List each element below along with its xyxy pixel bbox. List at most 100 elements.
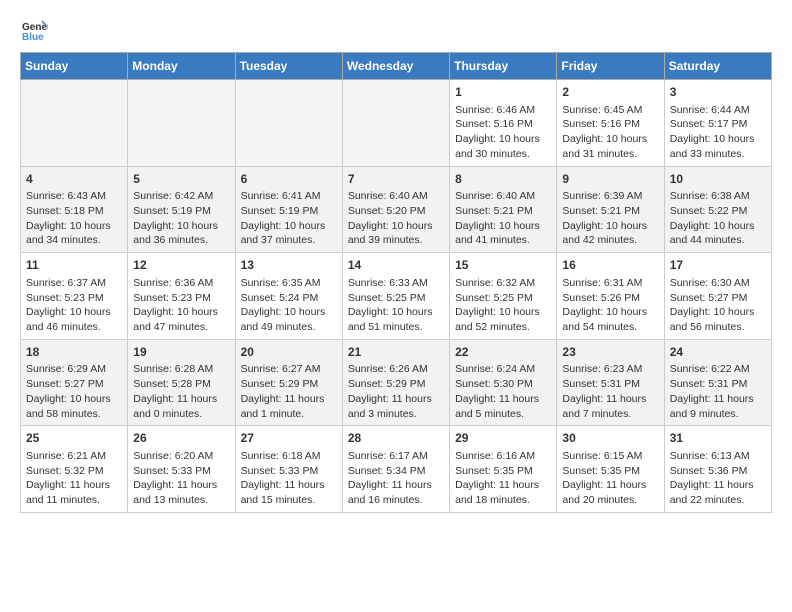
day-info: and 33 minutes. bbox=[670, 147, 766, 162]
day-info: Sunset: 5:21 PM bbox=[455, 204, 551, 219]
day-number: 29 bbox=[455, 430, 551, 447]
day-info: and 1 minute. bbox=[241, 407, 337, 422]
day-number: 25 bbox=[26, 430, 122, 447]
calendar-cell bbox=[235, 80, 342, 167]
day-number: 15 bbox=[455, 257, 551, 274]
day-info: Sunrise: 6:39 AM bbox=[562, 189, 658, 204]
day-info: and 44 minutes. bbox=[670, 233, 766, 248]
day-info: and 52 minutes. bbox=[455, 320, 551, 335]
day-number: 14 bbox=[348, 257, 444, 274]
day-info: Daylight: 11 hours bbox=[562, 478, 658, 493]
day-info: Sunrise: 6:22 AM bbox=[670, 362, 766, 377]
calendar-week-row: 1Sunrise: 6:46 AMSunset: 5:16 PMDaylight… bbox=[21, 80, 772, 167]
calendar-week-row: 4Sunrise: 6:43 AMSunset: 5:18 PMDaylight… bbox=[21, 166, 772, 253]
day-info: Daylight: 11 hours bbox=[26, 478, 122, 493]
day-info: and 36 minutes. bbox=[133, 233, 229, 248]
weekday-header-monday: Monday bbox=[128, 53, 235, 80]
calendar-cell: 2Sunrise: 6:45 AMSunset: 5:16 PMDaylight… bbox=[557, 80, 664, 167]
day-number: 4 bbox=[26, 171, 122, 188]
day-info: Sunset: 5:35 PM bbox=[562, 464, 658, 479]
calendar-cell bbox=[21, 80, 128, 167]
day-info: Sunrise: 6:30 AM bbox=[670, 276, 766, 291]
calendar-cell: 6Sunrise: 6:41 AMSunset: 5:19 PMDaylight… bbox=[235, 166, 342, 253]
day-number: 7 bbox=[348, 171, 444, 188]
day-info: Sunset: 5:21 PM bbox=[562, 204, 658, 219]
day-info: Sunrise: 6:40 AM bbox=[455, 189, 551, 204]
calendar-cell bbox=[128, 80, 235, 167]
day-info: Sunset: 5:33 PM bbox=[133, 464, 229, 479]
day-info: and 0 minutes. bbox=[133, 407, 229, 422]
day-info: Daylight: 10 hours bbox=[133, 219, 229, 234]
weekday-header-thursday: Thursday bbox=[450, 53, 557, 80]
day-number: 5 bbox=[133, 171, 229, 188]
day-number: 24 bbox=[670, 344, 766, 361]
day-number: 21 bbox=[348, 344, 444, 361]
day-info: Daylight: 11 hours bbox=[241, 478, 337, 493]
day-info: Sunrise: 6:42 AM bbox=[133, 189, 229, 204]
day-info: Daylight: 10 hours bbox=[455, 219, 551, 234]
day-info: and 54 minutes. bbox=[562, 320, 658, 335]
calendar-cell: 4Sunrise: 6:43 AMSunset: 5:18 PMDaylight… bbox=[21, 166, 128, 253]
logo-icon: General Blue bbox=[20, 16, 48, 44]
day-info: and 58 minutes. bbox=[26, 407, 122, 422]
weekday-header-sunday: Sunday bbox=[21, 53, 128, 80]
day-info: and 30 minutes. bbox=[455, 147, 551, 162]
calendar-cell: 30Sunrise: 6:15 AMSunset: 5:35 PMDayligh… bbox=[557, 426, 664, 513]
day-number: 1 bbox=[455, 84, 551, 101]
day-info: Sunset: 5:25 PM bbox=[455, 291, 551, 306]
day-info: Sunset: 5:29 PM bbox=[241, 377, 337, 392]
day-info: Sunset: 5:32 PM bbox=[26, 464, 122, 479]
day-info: Daylight: 10 hours bbox=[455, 305, 551, 320]
calendar-cell: 16Sunrise: 6:31 AMSunset: 5:26 PMDayligh… bbox=[557, 253, 664, 340]
day-info: Sunset: 5:33 PM bbox=[241, 464, 337, 479]
day-info: Sunset: 5:36 PM bbox=[670, 464, 766, 479]
day-info: Sunset: 5:26 PM bbox=[562, 291, 658, 306]
calendar-week-row: 25Sunrise: 6:21 AMSunset: 5:32 PMDayligh… bbox=[21, 426, 772, 513]
day-info: Sunset: 5:31 PM bbox=[562, 377, 658, 392]
day-info: Sunset: 5:23 PM bbox=[133, 291, 229, 306]
day-info: and 37 minutes. bbox=[241, 233, 337, 248]
weekday-header-friday: Friday bbox=[557, 53, 664, 80]
day-info: Sunset: 5:24 PM bbox=[241, 291, 337, 306]
calendar-cell: 13Sunrise: 6:35 AMSunset: 5:24 PMDayligh… bbox=[235, 253, 342, 340]
day-info: Sunset: 5:31 PM bbox=[670, 377, 766, 392]
calendar-cell: 8Sunrise: 6:40 AMSunset: 5:21 PMDaylight… bbox=[450, 166, 557, 253]
day-info: Sunset: 5:34 PM bbox=[348, 464, 444, 479]
day-info: Sunrise: 6:21 AM bbox=[26, 449, 122, 464]
day-info: Sunrise: 6:26 AM bbox=[348, 362, 444, 377]
day-info: and 46 minutes. bbox=[26, 320, 122, 335]
day-info: Daylight: 11 hours bbox=[455, 392, 551, 407]
day-info: Sunrise: 6:24 AM bbox=[455, 362, 551, 377]
day-info: and 31 minutes. bbox=[562, 147, 658, 162]
day-info: Daylight: 10 hours bbox=[670, 219, 766, 234]
day-number: 22 bbox=[455, 344, 551, 361]
day-info: and 56 minutes. bbox=[670, 320, 766, 335]
day-info: Daylight: 11 hours bbox=[133, 392, 229, 407]
day-info: Sunrise: 6:40 AM bbox=[348, 189, 444, 204]
day-number: 19 bbox=[133, 344, 229, 361]
day-info: and 41 minutes. bbox=[455, 233, 551, 248]
day-info: Sunrise: 6:18 AM bbox=[241, 449, 337, 464]
weekday-header-tuesday: Tuesday bbox=[235, 53, 342, 80]
calendar-cell: 23Sunrise: 6:23 AMSunset: 5:31 PMDayligh… bbox=[557, 339, 664, 426]
day-number: 13 bbox=[241, 257, 337, 274]
day-info: and 39 minutes. bbox=[348, 233, 444, 248]
day-info: Sunrise: 6:36 AM bbox=[133, 276, 229, 291]
calendar-cell: 17Sunrise: 6:30 AMSunset: 5:27 PMDayligh… bbox=[664, 253, 771, 340]
day-info: Sunset: 5:27 PM bbox=[670, 291, 766, 306]
day-info: Sunrise: 6:37 AM bbox=[26, 276, 122, 291]
day-info: Sunrise: 6:17 AM bbox=[348, 449, 444, 464]
day-number: 30 bbox=[562, 430, 658, 447]
day-info: and 16 minutes. bbox=[348, 493, 444, 508]
calendar-cell: 20Sunrise: 6:27 AMSunset: 5:29 PMDayligh… bbox=[235, 339, 342, 426]
day-info: Sunset: 5:25 PM bbox=[348, 291, 444, 306]
day-info: Sunrise: 6:13 AM bbox=[670, 449, 766, 464]
day-info: and 42 minutes. bbox=[562, 233, 658, 248]
day-info: Daylight: 10 hours bbox=[133, 305, 229, 320]
day-info: Sunrise: 6:31 AM bbox=[562, 276, 658, 291]
day-info: Sunrise: 6:27 AM bbox=[241, 362, 337, 377]
day-info: Daylight: 10 hours bbox=[670, 132, 766, 147]
day-info: Sunrise: 6:33 AM bbox=[348, 276, 444, 291]
calendar-cell: 21Sunrise: 6:26 AMSunset: 5:29 PMDayligh… bbox=[342, 339, 449, 426]
day-info: Daylight: 11 hours bbox=[133, 478, 229, 493]
